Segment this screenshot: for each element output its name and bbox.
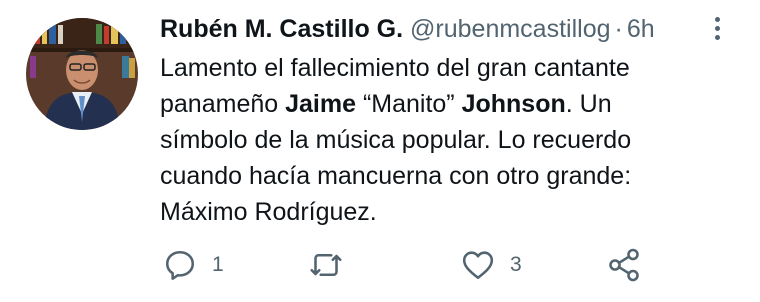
reply-count: 1: [212, 253, 224, 276]
author-handle[interactable]: @rubenmcastillog: [410, 15, 610, 43]
tweet-header: Rubén M. Castillo G. @rubenmcastillog · 6h: [160, 14, 655, 44]
reply-button[interactable]: 1: [162, 245, 224, 285]
retweet-button[interactable]: [308, 245, 358, 285]
tweet-actions: 1 3: [160, 245, 660, 285]
like-button[interactable]: 3: [460, 245, 522, 285]
author-name[interactable]: Rubén M. Castillo G.: [160, 15, 403, 43]
timestamp[interactable]: 6h: [627, 15, 655, 43]
tweet-text-line: panameño Jaime “Manito” Johnson. Un: [160, 90, 612, 118]
tweet-text-line: Lamento el fallecimiento del gran cantan…: [160, 54, 630, 82]
more-options-icon[interactable]: [708, 12, 728, 46]
tweet-text-line: símbolo de la música popular. Lo recuerd…: [160, 126, 632, 154]
share-button[interactable]: [606, 245, 642, 285]
mention-jaime: Jaime: [285, 90, 356, 118]
tweet-text-line: cuando hacía mancuerna con otro grande:: [160, 162, 632, 190]
retweet-icon: [310, 253, 342, 277]
avatar-image: [26, 18, 138, 130]
reply-icon: [165, 250, 195, 280]
share-icon: [609, 248, 639, 282]
mention-johnson: Johnson: [461, 90, 566, 118]
tweet-text-line: Máximo Rodríguez.: [160, 198, 377, 226]
like-count: 3: [510, 253, 522, 276]
heart-icon: [462, 251, 494, 280]
avatar[interactable]: [26, 18, 138, 130]
separator-dot: ·: [614, 15, 623, 43]
tweet: Rubén M. Castillo G. @rubenmcastillog · 6h…: [0, 0, 760, 302]
tweet-text: Lamento el fallecimiento del gran cantan…: [160, 50, 740, 230]
